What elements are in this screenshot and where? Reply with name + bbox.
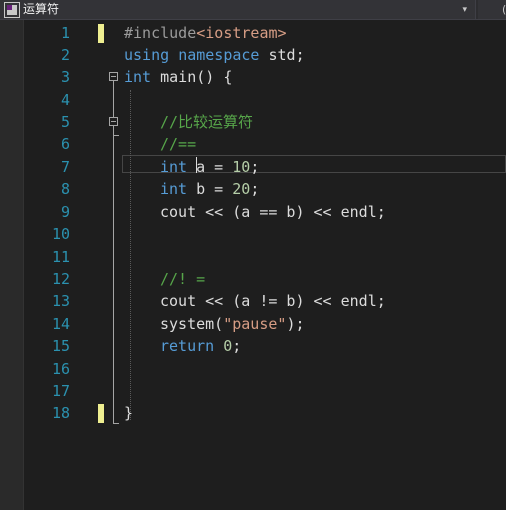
change-marker — [98, 404, 104, 423]
code-line-5: 5 //比较运算符 — [24, 111, 506, 133]
line-number: 2 — [60, 46, 70, 64]
line-number: 7 — [60, 158, 70, 176]
line-number: 16 — [51, 360, 70, 378]
line-number: 3 — [60, 68, 70, 86]
line-number: 11 — [51, 248, 70, 266]
code-line-9: 9 cout << (a == b) << endl; — [24, 201, 506, 223]
line-number: 15 — [51, 337, 70, 355]
member-dropdown-label: ( — [502, 3, 506, 16]
scope-dropdown[interactable]: 运算符 ▾ — [0, 0, 476, 19]
code-text: cout << (a != b) << endl; — [160, 292, 386, 310]
line-number: 1 — [60, 24, 70, 42]
code-text: cout << (a == b) << endl; — [160, 203, 386, 221]
code-line-3: 3 int main() { — [24, 66, 506, 88]
line-number: 13 — [51, 292, 70, 310]
code-text: int b = 20; — [160, 180, 260, 198]
code-text: //== — [160, 135, 197, 153]
code-line-6: 6 //== — [24, 133, 506, 155]
code-line-11: 11 — [24, 246, 506, 268]
line-number: 6 — [60, 135, 70, 153]
member-dropdown[interactable]: ( — [478, 0, 506, 19]
code-line-18: 18 } — [24, 402, 506, 424]
code-line-13: 13 cout << (a != b) << endl; — [24, 290, 506, 312]
scope-label: 运算符 — [23, 2, 60, 16]
line-number: 18 — [51, 404, 70, 422]
line-number: 12 — [51, 270, 70, 288]
change-marker — [98, 24, 104, 43]
code-line-15: 15 return 0; — [24, 335, 506, 357]
code-line-4: 4 — [24, 89, 506, 111]
line-number: 14 — [51, 315, 70, 333]
code-line-2: 2 using namespace std; — [24, 44, 506, 66]
code-text: } — [124, 404, 134, 422]
code-line-12: 12 //! = — [24, 268, 506, 290]
line-number: 10 — [51, 225, 70, 243]
line-number: 4 — [60, 91, 70, 109]
code-text: int main() { — [124, 68, 233, 86]
code-text: system("pause"); — [160, 315, 305, 333]
line-number: 8 — [60, 180, 70, 198]
line-number: 5 — [60, 113, 70, 131]
indicator-margin — [0, 20, 24, 510]
code-line-16: 16 — [24, 358, 506, 380]
code-text: //! = — [160, 270, 206, 288]
code-text: int a = 10; — [160, 158, 260, 176]
code-line-1: 1 #include<iostream> — [24, 22, 506, 44]
code-text: using namespace std; — [124, 46, 305, 64]
code-text: #include<iostream> — [124, 24, 287, 42]
code-text: //比较运算符 — [160, 113, 254, 131]
line-number: 17 — [51, 382, 70, 400]
project-icon — [4, 1, 20, 18]
code-text: return 0; — [160, 337, 242, 355]
line-number: 9 — [60, 203, 70, 221]
code-line-8: 8 int b = 20; — [24, 178, 506, 200]
code-line-7: 7 int a = 10; — [24, 156, 506, 178]
code-line-14: 14 system("pause"); — [24, 313, 506, 335]
chevron-down-icon[interactable]: ▾ — [462, 2, 467, 18]
code-line-17: 17 — [24, 380, 506, 402]
navigation-bar: 运算符 ▾ ( — [0, 0, 506, 20]
code-editor[interactable]: 1 #include<iostream> 2 using namespace s… — [24, 20, 506, 510]
code-line-10: 10 — [24, 223, 506, 245]
